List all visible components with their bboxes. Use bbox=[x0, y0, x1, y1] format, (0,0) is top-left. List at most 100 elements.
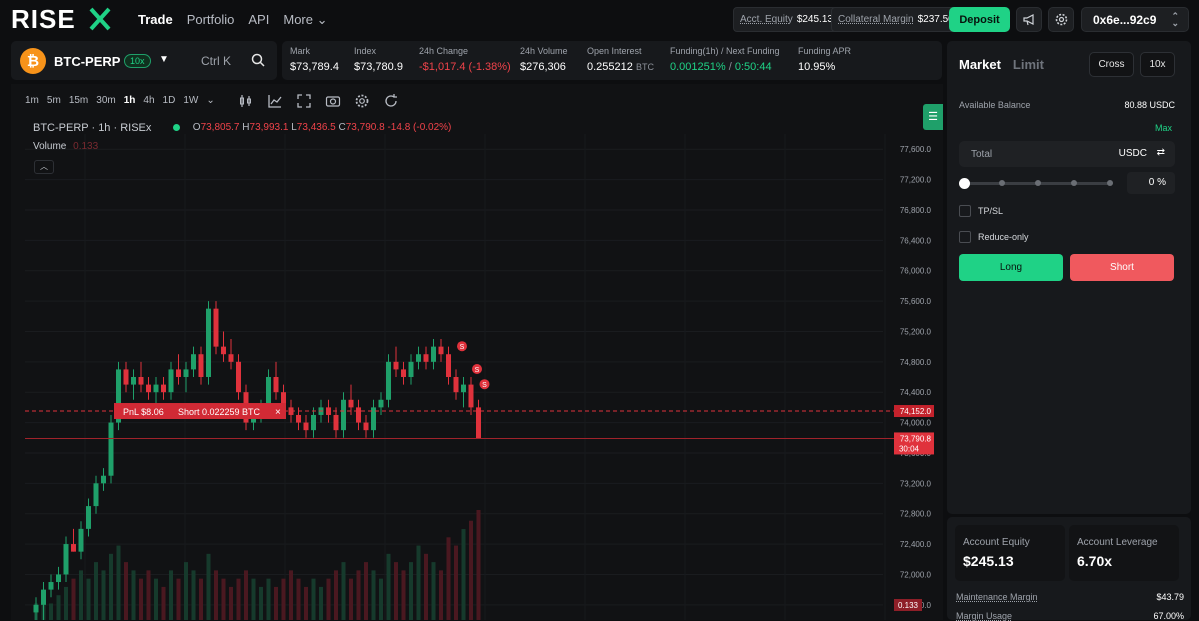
tab-limit[interactable]: Limit bbox=[1013, 57, 1044, 72]
volume-bar bbox=[274, 586, 278, 620]
timeframe-30m[interactable]: 30m bbox=[96, 95, 115, 106]
y-tick-label: 76,000.0 bbox=[900, 267, 932, 276]
stat-label: 24h Volume bbox=[520, 46, 568, 56]
deposit-button[interactable]: Deposit bbox=[949, 7, 1010, 32]
chevron-down-icon[interactable]: ⌄ bbox=[206, 95, 214, 106]
y-tick-label: 76,400.0 bbox=[900, 236, 932, 245]
collapse-legend-button[interactable]: ︿ bbox=[34, 160, 54, 174]
leverage-button[interactable]: 10x bbox=[1140, 52, 1175, 77]
risex-logo[interactable]: RISE bbox=[11, 6, 121, 32]
swap-icon[interactable]: ⇄ bbox=[1157, 147, 1165, 158]
reduce-only-checkbox[interactable] bbox=[959, 231, 971, 243]
slider-tick bbox=[1107, 180, 1113, 186]
nav-trade[interactable]: Trade bbox=[138, 12, 173, 28]
tab-market[interactable]: Market bbox=[959, 57, 1001, 72]
price-chart[interactable]: 77,600.0 77,200.0 76,800.0 76,400.0 76,000.0… bbox=[11, 84, 943, 620]
candle-body bbox=[453, 377, 459, 393]
timeframe-5m[interactable]: 5m bbox=[47, 95, 61, 106]
stat-value: $73,780.9 bbox=[354, 61, 403, 73]
search-icon[interactable] bbox=[251, 53, 265, 67]
slider-handle[interactable] bbox=[959, 178, 970, 189]
percent-input[interactable]: 0 % bbox=[1127, 172, 1175, 194]
candle-body bbox=[221, 346, 226, 355]
stat-index: Index $73,780.9 bbox=[354, 46, 403, 73]
wallet-button[interactable]: 0x6e...92c9 ⌃ ⌄ bbox=[1081, 7, 1189, 32]
ohlc-readout: O73,805.7 H73,993.1 L73,436.5 C73,790.8 … bbox=[173, 122, 451, 133]
volume-bar bbox=[371, 570, 376, 620]
nav-more[interactable]: More ⌄ bbox=[283, 12, 327, 28]
max-link[interactable]: Max bbox=[1155, 123, 1172, 133]
long-button[interactable]: Long bbox=[959, 254, 1063, 281]
status-dot bbox=[173, 123, 180, 131]
volume-bar bbox=[379, 578, 383, 620]
volume-bar bbox=[64, 586, 68, 620]
close-icon[interactable]: × bbox=[275, 407, 281, 418]
volume-bar bbox=[304, 586, 308, 620]
refresh-icon[interactable] bbox=[383, 93, 399, 109]
candle-body bbox=[468, 384, 474, 408]
volume-bar bbox=[244, 570, 248, 620]
announcement-button[interactable] bbox=[1016, 7, 1042, 32]
candle-type-icon[interactable] bbox=[238, 93, 254, 109]
gear-icon[interactable] bbox=[354, 93, 370, 109]
timeframe-1w[interactable]: 1W bbox=[183, 95, 198, 106]
size-slider[interactable] bbox=[959, 178, 1113, 189]
volume-bar bbox=[161, 586, 166, 620]
volume-bar bbox=[341, 562, 346, 620]
margin-mode-button[interactable]: Cross bbox=[1089, 52, 1134, 77]
tpsl-checkbox[interactable] bbox=[959, 205, 971, 217]
slider-tick bbox=[1035, 180, 1041, 186]
timeframe-4h[interactable]: 4h bbox=[143, 95, 154, 106]
top-bar: RISE Trade Portfolio API More ⌄ Acct. Eq… bbox=[0, 0, 1199, 38]
candlestick-chart[interactable]: 77,600.0 77,200.0 76,800.0 76,400.0 76,000.0… bbox=[11, 84, 943, 620]
candle-body bbox=[446, 354, 451, 377]
indicators-icon[interactable] bbox=[267, 93, 283, 109]
volume-bar bbox=[191, 570, 196, 620]
timeframe-1d[interactable]: 1D bbox=[163, 95, 176, 106]
wallet-address: 0x6e...92c9 bbox=[1093, 12, 1157, 27]
timeframe-15m[interactable]: 15m bbox=[69, 95, 88, 106]
volume-bar bbox=[334, 570, 338, 620]
stat-label: Open Interest bbox=[587, 46, 642, 56]
y-tick-label: 72,800.0 bbox=[900, 510, 932, 519]
y-tick-label: 73,200.0 bbox=[900, 479, 932, 488]
nav-api[interactable]: API bbox=[248, 12, 269, 28]
volume-bar bbox=[206, 553, 211, 620]
volume-bar bbox=[431, 562, 436, 620]
account-equity-value: $245.13 bbox=[963, 553, 1014, 569]
candle-body bbox=[183, 369, 189, 377]
position-pnl: PnL $8.06 bbox=[123, 407, 164, 417]
volume-bar bbox=[454, 545, 458, 620]
total-input[interactable]: Total USDC ⇄ bbox=[959, 141, 1175, 167]
maintenance-margin-value: $43.79 bbox=[1156, 592, 1184, 602]
total-unit: USDC bbox=[1118, 148, 1147, 159]
symbol-selector[interactable]: ₿ BTC-PERP 10x ▼ Ctrl K bbox=[11, 41, 277, 80]
volume-bar bbox=[446, 537, 451, 620]
toggle-panel-icon[interactable]: ☰ bbox=[923, 104, 943, 130]
symbol-name: BTC-PERP bbox=[54, 54, 121, 69]
nav-more-label: More bbox=[283, 12, 313, 27]
svg-text:RISE: RISE bbox=[11, 6, 76, 32]
volume-bar bbox=[311, 578, 316, 620]
settings-button[interactable] bbox=[1048, 7, 1074, 32]
fullscreen-icon[interactable] bbox=[296, 93, 312, 109]
camera-icon[interactable] bbox=[325, 93, 341, 109]
volume-bar bbox=[349, 578, 353, 620]
volume-bar bbox=[266, 578, 271, 620]
stat-24h-change: 24h Change -$1,017.4 (-1.38%) bbox=[419, 46, 511, 73]
volume-bar bbox=[199, 578, 203, 620]
timeframe-1m[interactable]: 1m bbox=[25, 95, 39, 106]
caret-down-icon[interactable]: ▼ bbox=[159, 54, 169, 65]
search-shortcut-hint[interactable]: Ctrl K bbox=[201, 54, 231, 68]
candle-body bbox=[93, 483, 99, 507]
ohlc-c-label: C bbox=[338, 122, 346, 133]
stat-value: $276,306 bbox=[520, 61, 566, 73]
volume-bar bbox=[221, 578, 226, 620]
nav-portfolio[interactable]: Portfolio bbox=[187, 12, 235, 28]
stat-label: Mark bbox=[290, 46, 310, 56]
short-button[interactable]: Short bbox=[1070, 254, 1174, 281]
timeframe-1h[interactable]: 1h bbox=[124, 95, 136, 106]
volume-tag-label: 0.133 bbox=[898, 601, 919, 610]
y-tick-label: 75,600.0 bbox=[900, 297, 932, 306]
volume-bar bbox=[176, 578, 181, 620]
